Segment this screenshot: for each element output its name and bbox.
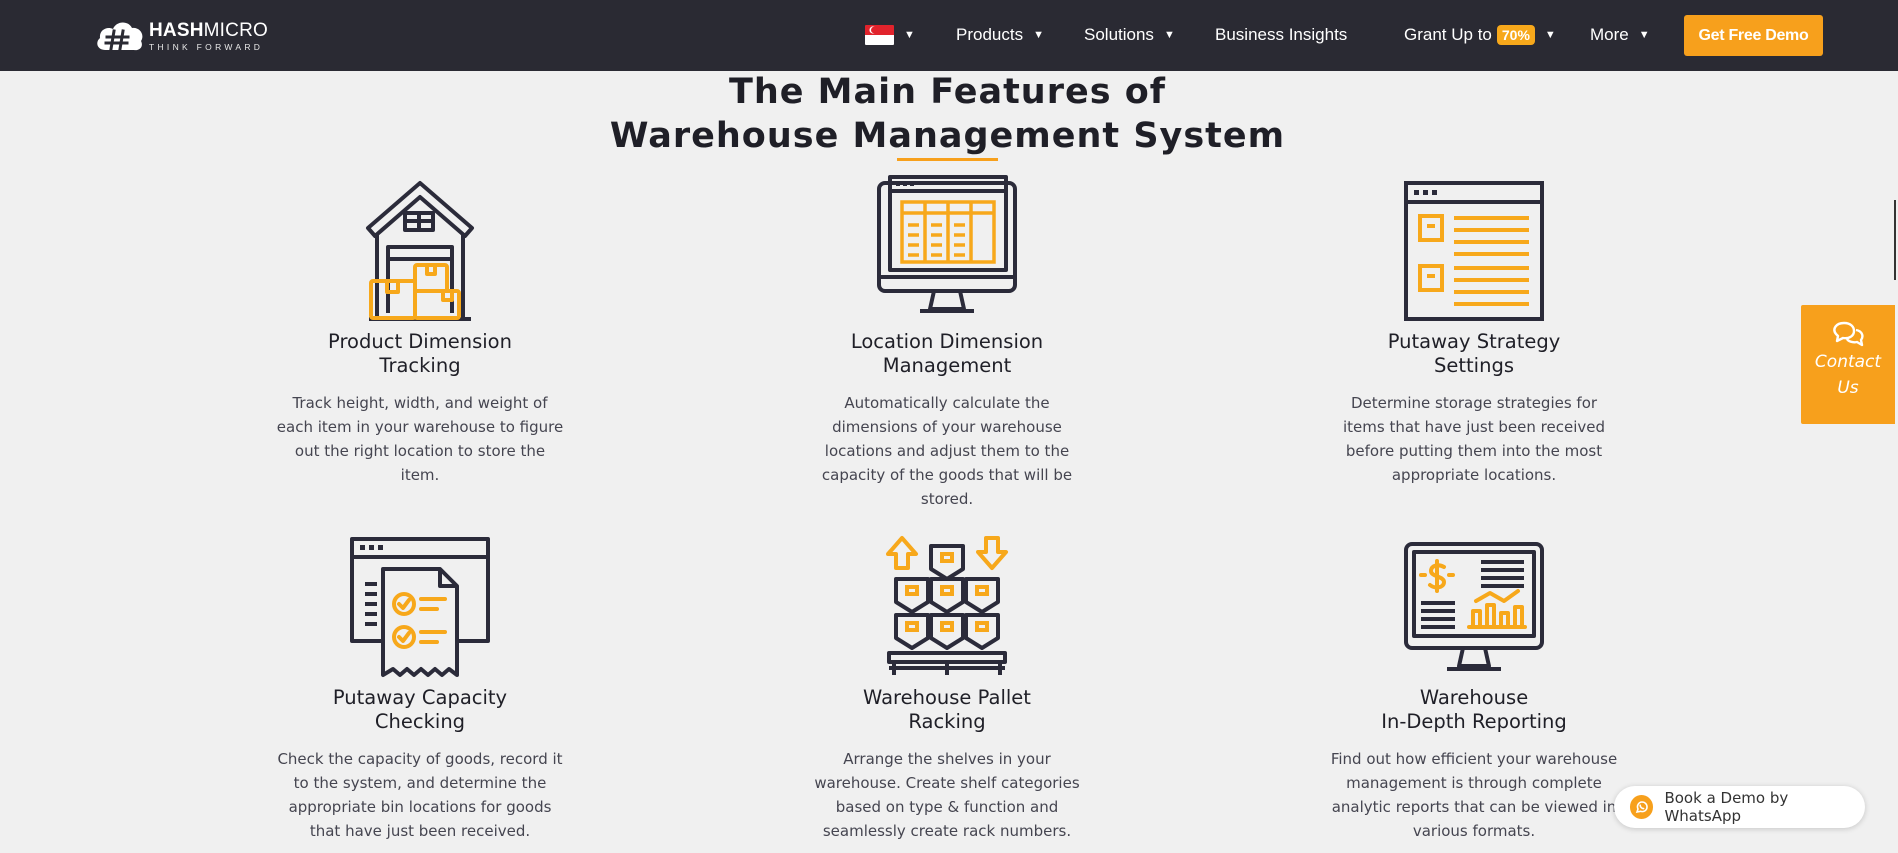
feature-description: Arrange the shelves in your warehouse. C… [814,750,1080,840]
feature-description: Determine storage strategies for items t… [1342,394,1605,484]
feature-description: Check the capacity of goods, record it t… [277,750,563,840]
whatsapp-demo-button[interactable]: Book a Demo by WhatsApp [1614,786,1865,828]
feature-card-putaway-strategy: Putaway Strategy Settings Determine stora… [1324,173,1624,487]
chevron-down-icon: ▼ [1638,29,1650,41]
contact-us-tab[interactable]: Contact Us [1801,305,1895,424]
monitor-report-icon [1404,542,1544,671]
checklist-receipt-icon [350,537,490,677]
feature-title: Warehouse Pallet Racking [863,686,1031,733]
feature-card-putaway-capacity: Putaway Capacity Checking Check the capac… [270,529,570,843]
section-title: The Main Features of Warehouse Managemen… [609,72,1286,156]
logo-wordmark: HASHMICRO [149,19,268,41]
chat-bubbles-icon [1833,321,1864,347]
top-navbar: HASHMICRO THINK FORWARD ▼ Products ▼ Sol… [0,0,1898,71]
feature-card-product-dimension: Product Dimension Tracking Track height, … [270,173,570,487]
chevron-down-icon: ▼ [1163,29,1175,41]
feature-description: Find out how efficient your warehouse ma… [1330,750,1618,840]
warehouse-boxes-icon [366,181,474,321]
feature-card-pallet-racking: Warehouse Pallet Racking Arrange the shel… [797,529,1097,843]
whatsapp-label: Book a Demo by WhatsApp [1664,789,1789,825]
feature-description: Track height, width, and weight of each … [276,394,564,484]
nav-grant[interactable]: Grant Up to 70% ▼ [1404,22,1556,48]
feature-title: Putaway Capacity Checking [332,686,508,733]
scroll-edge [1894,200,1896,280]
feature-title: Warehouse In-Depth Reporting [1381,686,1567,733]
nav-products[interactable]: Products ▼ [956,22,1044,48]
feature-card-in-depth-reporting: Warehouse In-Depth Reporting Find out how… [1324,529,1624,843]
whatsapp-icon [1630,795,1654,819]
browser-list-icon [1404,181,1544,321]
chevron-down-icon: ▼ [1033,29,1044,41]
feature-title: Location Dimension Management [850,330,1044,377]
logo-tagline: THINK FORWARD [149,41,264,52]
chevron-down-icon: ▼ [904,29,915,41]
nav-solutions[interactable]: Solutions ▼ [1084,22,1175,48]
title-underline [897,158,998,161]
contact-us-label: Contact Us [1814,352,1882,398]
pallet-racking-icon [886,536,1008,675]
cloud-logo-icon [97,22,143,51]
nav-more[interactable]: More ▼ [1590,22,1650,48]
get-free-demo-button[interactable]: Get Free Demo [1684,15,1823,56]
feature-card-location-dimension: Location Dimension Management Automatical… [797,173,1097,511]
feature-description: Automatically calculate the dimensions o… [821,394,1073,508]
singapore-flag-icon [865,25,894,45]
monitor-table-icon [877,175,1017,313]
feature-title: Putaway Strategy Settings [1387,330,1561,377]
grant-badge: 70% [1496,25,1535,45]
language-selector[interactable]: ▼ [865,22,915,48]
feature-title: Product Dimension Tracking [328,330,512,377]
chevron-down-icon: ▼ [1544,29,1556,41]
nav-business-insights[interactable]: Business Insights [1215,22,1347,48]
hashmicro-logo[interactable]: HASHMICRO THINK FORWARD [95,18,268,54]
logo-text: HASHMICRO THINK FORWARD [149,21,268,52]
